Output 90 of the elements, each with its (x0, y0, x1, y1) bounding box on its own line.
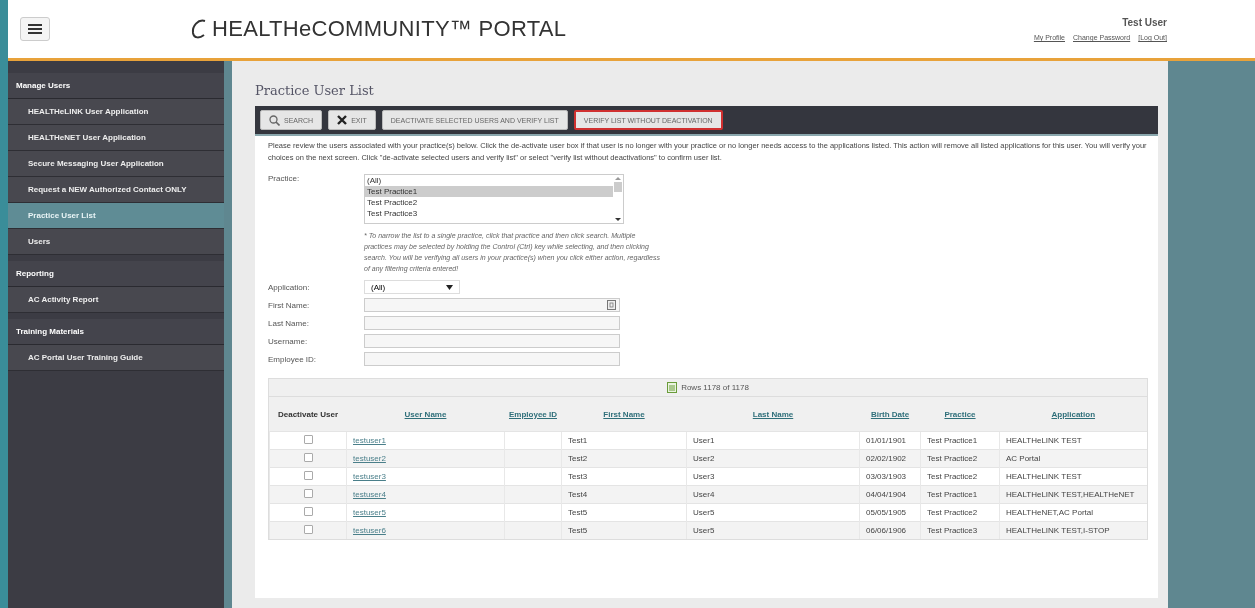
checkbox[interactable] (303, 507, 313, 516)
table-cell: HEALTHeLINK TEST (1006, 436, 1082, 445)
caret-icon (446, 284, 453, 290)
listbox-option[interactable]: Test Practice2 (365, 197, 613, 208)
practice-listbox[interactable]: (All) Test Practice1 Test Practice2 Test Practice3 (364, 174, 624, 224)
sidebar-item[interactable]: Secure Messaging User Application (8, 151, 224, 177)
table-cell: 04/04/1904 (866, 490, 907, 499)
table-cell: User2 (693, 454, 715, 463)
listbox-option[interactable]: (All) (365, 175, 613, 186)
search-icon (269, 114, 280, 126)
checkbox[interactable] (303, 525, 313, 534)
table-cell: Test1 (568, 436, 588, 445)
table-cell: Test Practice3 (927, 526, 978, 535)
username-link[interactable]: testuser2 (353, 454, 386, 463)
table-cell: HEALTHeLINK TEST,I-STOP (1006, 526, 1110, 535)
sidebar-item[interactable]: Request a NEW Authorized Contact ONLY (8, 177, 224, 203)
column-sort-link[interactable]: Birth Date (870, 409, 910, 419)
sidebar-section-title: Training Materials (8, 319, 224, 345)
column-sort-link[interactable]: Practice (944, 409, 976, 419)
field-label: Practice: (268, 174, 301, 183)
table-cell: User5 (693, 526, 715, 535)
checkbox[interactable] (303, 471, 313, 480)
table-cell: 05/05/1905 (866, 508, 907, 517)
scrollbar[interactable] (613, 175, 623, 223)
table-cell: 03/03/1903 (866, 472, 907, 481)
sidebar-section-title: Manage Users (8, 73, 224, 99)
sidebar-item[interactable]: HEALTHeLINK User Application (8, 99, 224, 125)
table-cell: Test5 (568, 526, 588, 535)
field-label: Username: (268, 336, 309, 346)
table-cell: Test Practice1 (927, 436, 978, 445)
sidebar-item[interactable]: Practice User List (8, 203, 224, 229)
table-cell: AC Portal (1006, 454, 1041, 463)
input-field[interactable] (364, 352, 620, 366)
column-sort-link[interactable]: Application (1051, 409, 1096, 419)
checkbox[interactable] (303, 453, 313, 462)
checkbox[interactable] (303, 435, 313, 444)
field-label: Employee ID: (268, 354, 318, 364)
close-icon (337, 115, 348, 125)
username-link[interactable]: testuser1 (353, 436, 386, 445)
table-cell: 06/06/1906 (866, 526, 907, 535)
column-header: Deactivate User (277, 409, 338, 419)
table-cell: Test Practice2 (927, 508, 978, 517)
menu-button[interactable] (20, 17, 50, 41)
table-cell: Test Practice2 (927, 472, 978, 481)
table-cell: Test4 (568, 490, 588, 499)
table-cell: Test3 (568, 472, 588, 481)
column-sort-link[interactable]: Employee ID (509, 409, 557, 419)
table-cell: User5 (693, 508, 715, 517)
sidebar-item[interactable]: AC Activity Report (8, 287, 224, 313)
sidebar-item[interactable]: AC Portal User Training Guide (8, 345, 224, 371)
table-cell: HEALTHeLINK TEST (1006, 472, 1082, 481)
application-select[interactable]: (All) (364, 280, 460, 294)
table-cell: User3 (693, 472, 715, 481)
listbox-option[interactable]: Test Practice1 (365, 186, 613, 197)
table-cell: User4 (693, 490, 715, 499)
listbox-option[interactable]: Test Practice3 (365, 208, 613, 219)
logo-icon (190, 18, 208, 40)
column-sort-link[interactable]: First Name (603, 409, 645, 419)
column-sort-link[interactable]: Last Name (752, 409, 794, 419)
input-field[interactable] (364, 316, 620, 330)
table-cell: Test5 (568, 508, 588, 517)
field-label: First Name: (268, 300, 311, 310)
menu-icon (28, 23, 42, 35)
calendar-icon[interactable] (607, 300, 616, 310)
username-link[interactable]: testuser3 (353, 472, 386, 481)
rows-count-text: Rows 1178 of 1178 (681, 383, 749, 392)
table-cell: HEALTHeNET,AC Portal (1006, 508, 1093, 517)
column-sort-link[interactable]: User Name (404, 409, 447, 419)
sidebar-section-title: Reporting (8, 261, 224, 287)
table-cell: HEALTHeLINK TEST,HEALTHeNET (1006, 490, 1135, 499)
table-cell: Test2 (568, 454, 588, 463)
table-cell: Test Practice1 (927, 490, 978, 499)
username-link[interactable]: testuser4 (353, 490, 386, 499)
input-field[interactable] (364, 298, 620, 312)
user-name: Test User (1122, 17, 1167, 28)
field-label: Application: (268, 282, 311, 292)
sidebar-item[interactable]: HEALTHeNET User Application (8, 125, 224, 151)
input-field[interactable] (364, 334, 620, 348)
checkbox[interactable] (303, 489, 313, 498)
username-link[interactable]: testuser5 (353, 508, 386, 517)
page-title: Practice User List (255, 83, 375, 98)
sidebar-item[interactable]: Users (8, 229, 224, 255)
table-cell: User1 (693, 436, 715, 445)
portal-logo-text: HEALTHeCOMMUNITY™ PORTAL (212, 16, 567, 42)
spreadsheet-icon[interactable] (667, 382, 678, 393)
table-cell: 01/01/1901 (866, 436, 907, 445)
table-cell: 02/02/1902 (866, 454, 907, 463)
username-link[interactable]: testuser6 (353, 526, 386, 535)
field-label: Last Name: (268, 318, 310, 328)
table-cell: Test Practice2 (927, 454, 978, 463)
